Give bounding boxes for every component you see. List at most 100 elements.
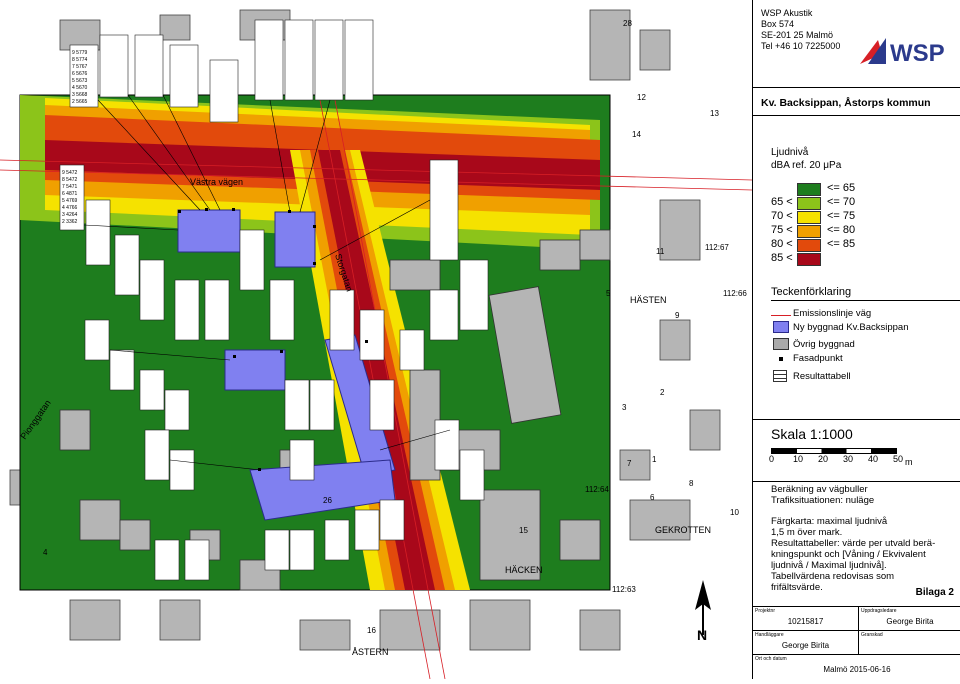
street-vastra-vagen: Västra vägen (190, 177, 243, 187)
bilaga-label: Bilaga 2 (915, 587, 954, 598)
house-number: 11 (656, 247, 665, 256)
black-dot-icon (779, 357, 783, 361)
scale-tick: 10 (793, 454, 804, 464)
svg-text:N: N (697, 627, 707, 643)
spot-height: 112:64 (585, 485, 609, 494)
footer-granskad: Granskad (859, 631, 960, 655)
legend-class-lower: 75 < (771, 224, 793, 236)
place-hacken: HÄCKEN (505, 565, 543, 575)
legend-class-swatch (797, 253, 821, 266)
red-line-icon (771, 315, 791, 316)
house-number: 4 (43, 548, 48, 557)
legend-class-upper: <= 85 (827, 238, 856, 250)
footer-value: George Birita (886, 617, 934, 626)
footer-value: 10215817 (787, 617, 824, 626)
legend-class-upper: <= 75 (827, 210, 856, 222)
noise-map: 9 5779 8 5774 7 5767 6 5676 5 5673 4 5 6 7… (0, 0, 753, 680)
scale-title: Skala 1:1000 (771, 426, 853, 442)
legend-item-label: Resultattabell (793, 371, 851, 382)
legend-item-label: Emissionslinje väg (793, 308, 872, 319)
legend-title-line1: Ljudnivå (771, 147, 809, 158)
house-number: 1 (652, 455, 657, 464)
wsp-logo: WSP (860, 38, 945, 66)
svg-text:2 5665: 2 5665 (72, 99, 88, 105)
footer-label: Ort och datum (755, 656, 787, 662)
legend-divider (771, 300, 960, 301)
svg-text:3 4264: 3 4264 (62, 212, 78, 218)
spot-height: 112:67 (705, 243, 729, 252)
note-line: Trafiksituationen: nuläge (771, 495, 875, 506)
blue-square-icon (773, 321, 789, 333)
company-box: Box 574 (761, 19, 795, 29)
legend-item-label: Övrig byggnad (793, 339, 855, 350)
svg-text:5 5673: 5 5673 (72, 78, 88, 84)
note-line: Färgkarta: maximal ljudnivå (771, 516, 888, 527)
title-panel: WSP Akustik Box 574 SE-201 25 Malmö Tel … (752, 0, 960, 679)
house-number: 13 (710, 109, 719, 118)
footer-label: Uppdragsledare (861, 608, 897, 614)
footer-projekt: Projektnr 10215817 (753, 607, 859, 631)
house-number: 15 (519, 526, 528, 535)
svg-text:8 5472: 8 5472 (62, 177, 78, 183)
svg-text:7 5471: 7 5471 (62, 184, 78, 190)
svg-text:6 5676: 6 5676 (72, 71, 88, 77)
footer-uppdrag: Uppdragsledare George Birita (859, 607, 960, 631)
footer-value: Malmö 2015-06-16 (823, 665, 891, 674)
scale-tick: 0 (769, 454, 775, 464)
legend-item-label: Ny byggnad Kv.Backsippan (793, 322, 909, 333)
svg-text:7 5767: 7 5767 (72, 64, 88, 70)
footer-label: Handläggare (755, 632, 784, 638)
note-line: Resultattabeller: värde per utvald berä- (771, 538, 936, 549)
legend-class-swatch (797, 225, 821, 238)
svg-text:9 5779: 9 5779 (72, 50, 88, 56)
footer-handlaggare: Handläggare George Birita (753, 631, 859, 655)
footer-label: Projektnr (755, 608, 776, 614)
company-block: WSP Akustik Box 574 SE-201 25 Malmö Tel … (753, 0, 960, 88)
house-number: 5 (606, 289, 611, 298)
legend-title: Ljudnivå dBA ref. 20 μPa (771, 146, 841, 172)
footer-block: Projektnr 10215817 Uppdragsledare George… (753, 606, 960, 679)
svg-text:9 5472: 9 5472 (62, 170, 78, 176)
note-line: Beräkning av vägbuller (771, 484, 868, 495)
legend-item-label: Fasadpunkt (793, 353, 843, 364)
place-gekrotten: GEKROTTEN (655, 525, 711, 535)
noise-map-canvas: 9 5779 8 5774 7 5767 6 5676 5 5673 4 5 6 7… (0, 0, 753, 680)
house-number: 9 (675, 311, 680, 320)
house-number: 3 (622, 403, 627, 412)
svg-text:2 3362: 2 3362 (62, 219, 78, 225)
legend-class-lower: 85 < (771, 252, 793, 264)
svg-text:4 4766: 4 4766 (62, 205, 78, 211)
note-line: kningspunkt och [Våning / Ekvivalent (771, 549, 926, 560)
footer-label: Granskad (861, 632, 883, 638)
house-number: 10 (730, 508, 739, 517)
legend-class-upper: <= 65 (827, 182, 856, 194)
scale-tick: 50 (893, 454, 904, 464)
legend-class-swatch (797, 239, 821, 252)
spot-height: 112:63 (612, 585, 636, 594)
scale-unit: m (905, 457, 913, 467)
scale-tick: 20 (818, 454, 829, 464)
footer-ort-datum: Ort och datum Malmö 2015-06-16 (753, 655, 960, 680)
project-title: Kv. Backsippan, Åstorps kommun (753, 88, 960, 116)
house-number: 16 (367, 626, 376, 635)
svg-text:8 5774: 8 5774 (72, 57, 88, 63)
legend-class-lower: 65 < (771, 196, 793, 208)
notes-block: Beräkning av vägbuller Trafiksituationen… (753, 482, 960, 606)
spot-height: 112:66 (723, 289, 747, 298)
place-hasten: HÄSTEN (630, 295, 667, 305)
legend-class-lower: 70 < (771, 210, 793, 222)
table-icon (773, 370, 787, 382)
footer-value: George Birita (781, 641, 830, 650)
place-astern: ÅSTERN (352, 647, 389, 657)
house-number: 26 (323, 496, 332, 505)
svg-text:6 4871: 6 4871 (62, 191, 78, 197)
scale-tick: 40 (868, 454, 879, 464)
legend-class-swatch (797, 197, 821, 210)
legend-class-swatch (797, 183, 821, 196)
scale-bar (771, 448, 897, 454)
house-number: 6 (650, 493, 655, 502)
house-number: 8 (689, 479, 694, 488)
house-number: 12 (637, 93, 646, 102)
legend-title-line2: dBA ref. 20 μPa (771, 160, 842, 171)
note-line: ljudnivå / Maximal ljudnivå]. (771, 560, 887, 571)
